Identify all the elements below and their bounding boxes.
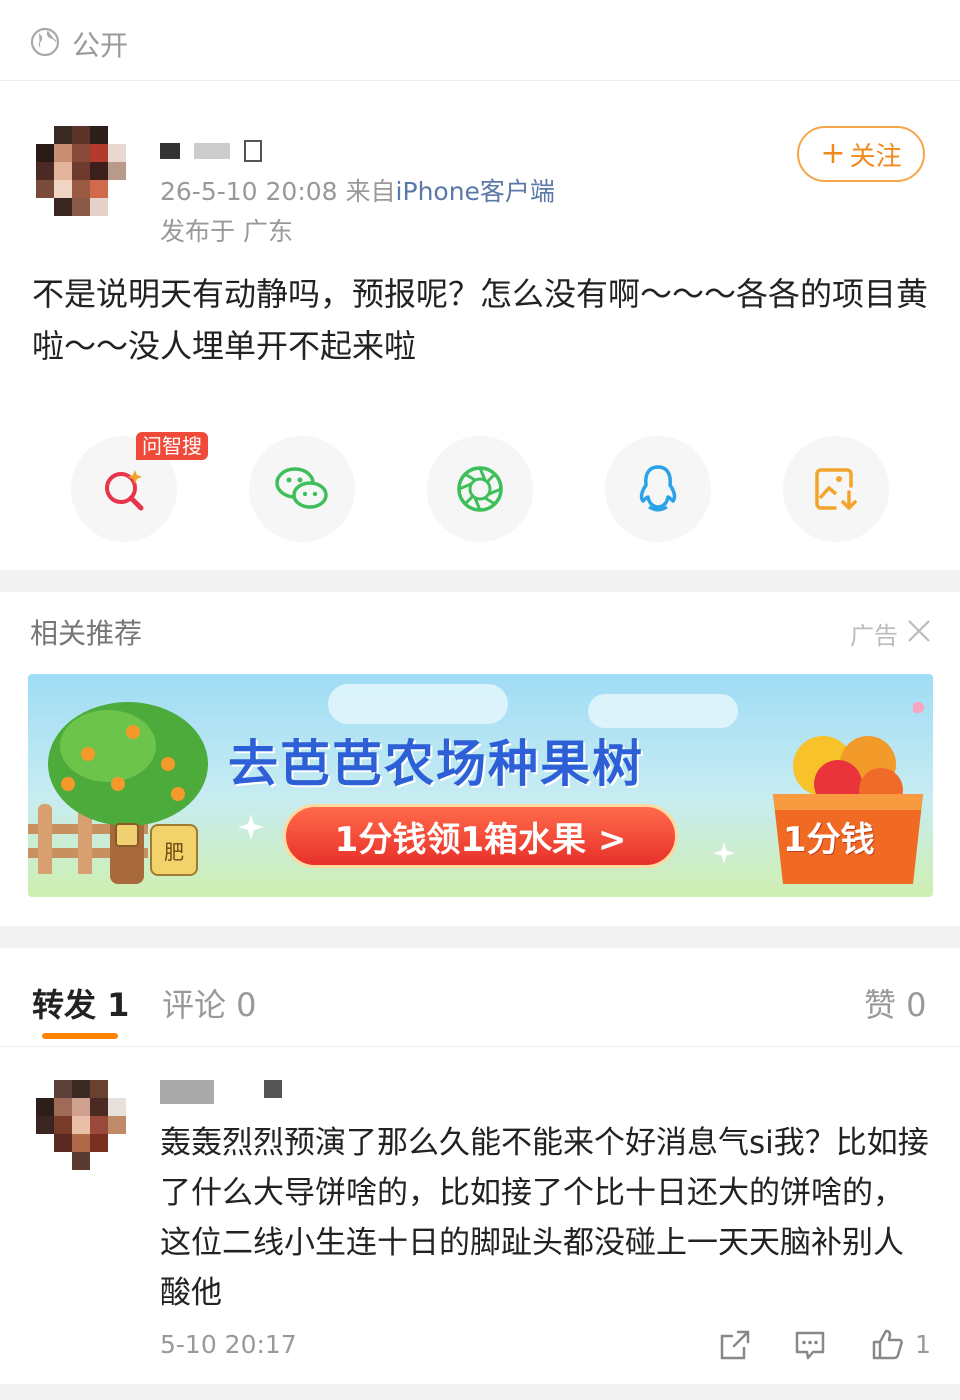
moments-share-button[interactable] [427, 436, 533, 542]
follow-button[interactable]: + 关注 [797, 126, 925, 182]
wechat-icon [275, 467, 328, 509]
ad-banner[interactable]: 肥 去芭芭农场种果树 1分钱领1箱水果 > 1分钱 [28, 674, 933, 897]
post-location: 发布于 广东 [160, 217, 293, 246]
banner-cta-button[interactable]: 1分钱领1箱水果 > [283, 804, 678, 868]
comment-time: 5-10 20:17 [160, 1330, 297, 1359]
comment-icon[interactable] [793, 1328, 827, 1362]
tab-comment[interactable]: 评论 0 [162, 980, 257, 1026]
source-link[interactable]: iPhone客户端 [396, 177, 555, 206]
ai-search-icon [105, 470, 144, 511]
close-icon[interactable] [906, 618, 932, 644]
post-meta: 26-5-10 20:08 来自iPhone客户端 [160, 172, 555, 208]
ad-label: 广告 [850, 622, 898, 650]
tab-like[interactable]: 赞 0 [864, 980, 927, 1026]
banner-price: 1分钱 [783, 820, 875, 860]
qq-icon [639, 465, 677, 512]
post-text: 不是说明天有动静吗，预报呢？怎么没有啊～～～各各的项目黄啦～～没人埋单开不起来啦 [32, 275, 929, 365]
section-divider [0, 926, 960, 948]
sparkle-icon [238, 814, 264, 840]
sparkle-icon [713, 842, 735, 864]
section-divider [0, 570, 960, 592]
globe-icon [30, 27, 60, 57]
repost-icon[interactable] [718, 1328, 752, 1362]
commenter-name-masked[interactable] [160, 1080, 282, 1104]
tabs-divider [0, 1046, 960, 1047]
comment-text: 轰轰烈烈预演了那么久能不能来个好消息气si我？比如接了什么大导饼啥的，比如接了个… [160, 1125, 929, 1311]
cloud-shape [588, 694, 738, 728]
moments-icon [457, 466, 503, 512]
visibility-label: 公开 [72, 29, 129, 62]
save-image-button[interactable] [783, 436, 889, 542]
avatar[interactable] [36, 126, 126, 216]
fertilizer-bag: 肥 [150, 824, 198, 876]
source-prefix: 来自 [345, 177, 396, 206]
wechat-share-button[interactable] [249, 436, 355, 542]
recommend-title: 相关推荐 [30, 617, 143, 650]
active-tab-indicator [42, 1033, 118, 1039]
like-icon[interactable] [870, 1328, 904, 1362]
qq-share-button[interactable] [605, 436, 711, 542]
cloud-shape [328, 684, 508, 724]
visibility-bar [0, 0, 960, 81]
comment-like-count: 1 [915, 1330, 931, 1359]
plus-icon: + [820, 136, 846, 171]
commenter-avatar[interactable] [36, 1080, 126, 1170]
username-masked[interactable] [160, 140, 262, 162]
fruit-basket-icon [773, 701, 925, 884]
follow-label: 关注 [849, 141, 902, 172]
tab-repost[interactable]: 转发 1 [32, 980, 129, 1026]
save-image-icon [815, 468, 857, 510]
ai-search-badge: 问智搜 [136, 432, 208, 460]
post-datetime: 26-5-10 20:08 [160, 177, 338, 206]
banner-title: 去芭芭农场种果树 [228, 735, 644, 793]
bottom-divider [0, 1384, 960, 1400]
